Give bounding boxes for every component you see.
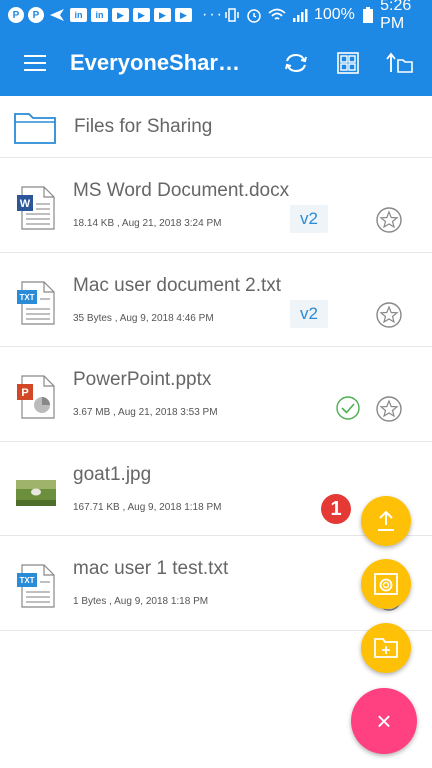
star-icon[interactable] — [376, 396, 402, 422]
status-bar: P P in in ▶ ▶ ▶ ▶ ··· 100% 5:26 PM — [0, 0, 432, 32]
youtube-icon: ▶ — [175, 8, 192, 22]
close-icon: × — [376, 705, 392, 736]
txt-file-icon: TXT — [17, 564, 55, 608]
youtube-icon: ▶ — [154, 8, 171, 22]
hamburger-icon — [24, 62, 46, 64]
star-icon[interactable] — [376, 207, 402, 233]
folder-icon — [14, 112, 56, 144]
file-meta: 1 Bytes , Aug 9, 2018 1:18 PM — [73, 596, 209, 607]
file-name: MS Word Document.docx — [73, 180, 290, 201]
more-notifications-icon: ··· — [202, 6, 224, 23]
file-name: mac user 1 test.txt — [73, 558, 229, 579]
file-list: Files for Sharing W MS Word Document.doc… — [0, 96, 432, 631]
upload-icon — [378, 510, 394, 531]
image-thumbnail — [16, 479, 56, 506]
file-name: Mac user document 2.txt — [73, 274, 282, 296]
menu-button[interactable] — [0, 30, 70, 96]
sort-button[interactable] — [374, 30, 426, 96]
file-type-label: P — [21, 387, 28, 399]
linkedin-icon: in — [91, 8, 108, 22]
clock: 5:26 PM — [380, 0, 412, 32]
list-item[interactable]: TXT Mac user document 2.txt 35 Bytes , A… — [0, 253, 432, 347]
new-folder-button[interactable] — [361, 623, 411, 673]
battery-icon — [361, 7, 374, 23]
folder-label: Files for Sharing — [74, 115, 213, 137]
pinterest-icon: P — [8, 7, 24, 23]
folder-row[interactable]: Files for Sharing — [0, 96, 432, 158]
powerpoint-icon: P — [17, 375, 55, 419]
txt-file-icon: TXT — [17, 280, 55, 325]
pinterest-icon: P — [28, 7, 44, 23]
step-number-badge: 1 — [321, 494, 351, 524]
youtube-icon: ▶ — [112, 8, 129, 22]
wifi-icon — [268, 7, 286, 23]
file-type-label: TXT — [19, 576, 34, 585]
star-icon[interactable] — [376, 301, 402, 328]
signal-icon — [292, 7, 308, 23]
file-type-label: TXT — [19, 293, 34, 302]
sync-button[interactable] — [270, 30, 322, 96]
sync-icon — [285, 53, 307, 73]
battery-percent: 100% — [313, 6, 355, 23]
alarm-icon — [246, 7, 262, 23]
youtube-icon: ▶ — [133, 8, 150, 22]
camera-icon — [374, 573, 398, 595]
list-item[interactable]: P PowerPoint.pptx 3.67 MB , Aug 21, 2018… — [0, 347, 432, 442]
file-type-label: W — [20, 198, 31, 210]
app-bar: EveryoneShar… — [0, 30, 432, 96]
version-badge[interactable]: v2 — [290, 299, 328, 328]
word-doc-icon: W — [17, 186, 55, 230]
file-meta: 167.71 KB , Aug 9, 2018 1:18 PM — [73, 501, 222, 513]
list-item[interactable]: W MS Word Document.docx 18.14 KB , Aug 2… — [0, 158, 432, 253]
file-meta: 18.14 KB , Aug 21, 2018 3:24 PM — [73, 218, 222, 229]
page-title: EveryoneShar… — [70, 50, 240, 75]
upload-file-button[interactable] — [361, 496, 411, 546]
take-photo-button[interactable] — [361, 559, 411, 609]
version-badge[interactable]: v2 — [290, 205, 328, 233]
file-name: PowerPoint.pptx — [73, 369, 212, 390]
file-meta: 35 Bytes , Aug 9, 2018 4:46 PM — [73, 312, 214, 324]
linkedin-icon: in — [70, 8, 87, 22]
file-meta: 3.67 MB , Aug 21, 2018 3:53 PM — [73, 407, 218, 418]
close-fab-button[interactable]: × — [351, 688, 417, 754]
file-name: goat1.jpg — [73, 463, 152, 485]
grid-view-button[interactable] — [322, 30, 374, 96]
send-icon — [48, 7, 66, 23]
new-folder-icon — [374, 638, 398, 658]
notification-icons: P P in in ▶ ▶ ▶ ▶ ··· — [8, 6, 224, 24]
grid-icon — [337, 52, 359, 74]
sort-folder-icon — [386, 52, 413, 73]
vibrate-icon — [224, 7, 240, 23]
synced-check-icon — [336, 396, 360, 420]
